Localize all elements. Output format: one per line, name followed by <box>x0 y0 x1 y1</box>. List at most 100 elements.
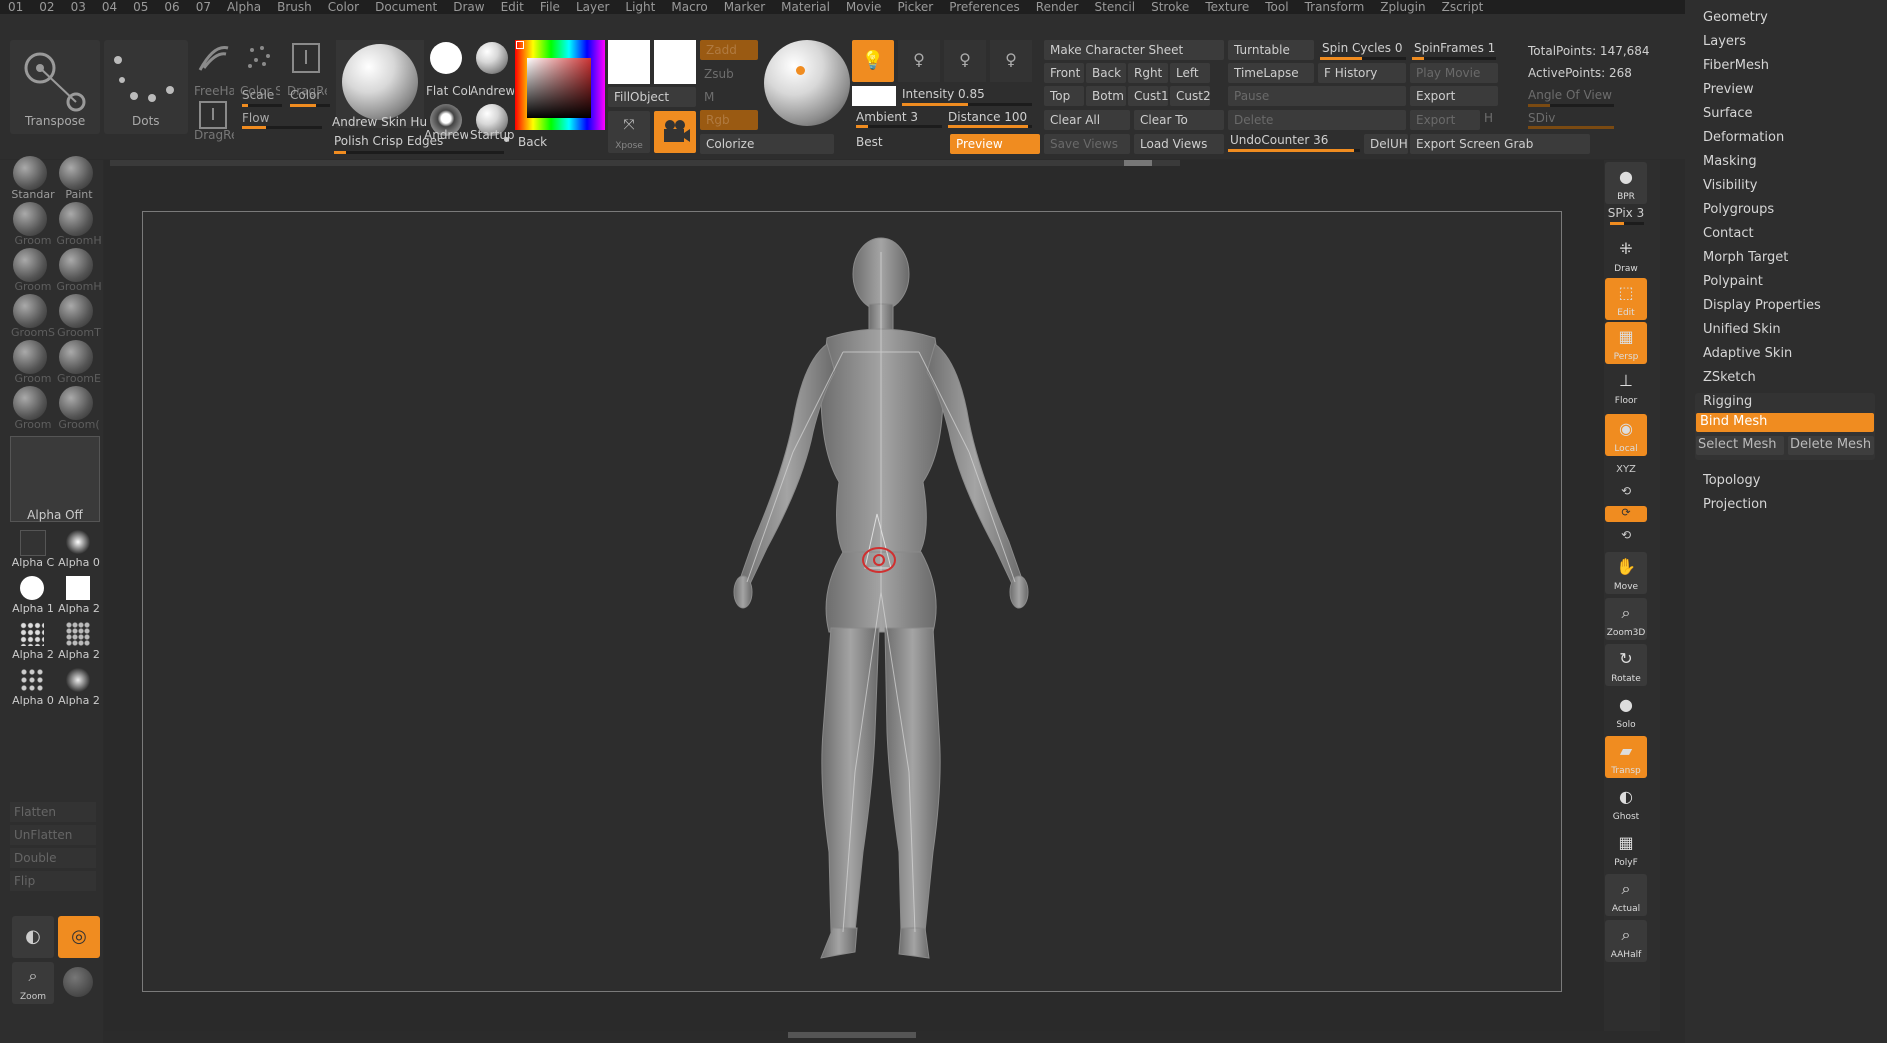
alpha-thumbnail[interactable]: Alpha 2 <box>56 572 102 618</box>
rotate-y-icon[interactable]: ⟳ <box>1605 506 1647 522</box>
undo-counter-label[interactable]: UndoCounter 36 <box>1230 133 1328 147</box>
menu-item[interactable]: 05 <box>125 0 156 14</box>
menu-item[interactable]: Tool <box>1257 0 1296 14</box>
sdiv-label[interactable]: SDiv <box>1528 111 1555 125</box>
flow-slider[interactable] <box>242 126 322 129</box>
menu-item[interactable]: Marker <box>716 0 773 14</box>
cust2-view-button[interactable]: Cust2 <box>1170 86 1210 106</box>
flip-button[interactable]: Flip <box>10 871 96 891</box>
persp-button[interactable]: ▦ Persp <box>1605 322 1647 364</box>
zoom-doc-button[interactable]: ⌕ Zoom <box>12 962 54 1004</box>
menu-item[interactable]: Zscript <box>1434 0 1492 14</box>
light-3-button[interactable]: ♀ <box>944 40 986 82</box>
angle-of-view-slider[interactable] <box>1528 104 1614 107</box>
menu-item[interactable]: Edit <box>493 0 532 14</box>
tool-menu-item[interactable]: Polypaint <box>1703 274 1763 289</box>
clear-to-button[interactable]: Clear To <box>1134 110 1224 130</box>
solo-button[interactable]: ● Solo <box>1605 690 1647 732</box>
menu-item[interactable]: Stroke <box>1143 0 1197 14</box>
colorize-button[interactable]: Colorize <box>700 134 834 154</box>
light-1-button[interactable]: 💡 <box>852 40 894 82</box>
polish-slider[interactable] <box>334 151 504 154</box>
draw-size-button[interactable]: ⁜ Draw <box>1605 234 1647 276</box>
delete-mesh-button[interactable]: Delete Mesh <box>1788 436 1874 455</box>
undo-counter-slider[interactable] <box>1228 149 1360 152</box>
preview-button[interactable]: Preview <box>950 134 1040 154</box>
alpha-thumbnail[interactable]: Alpha 0 <box>10 664 56 710</box>
flatten-button[interactable]: Flatten <box>10 802 96 822</box>
bpr-button[interactable]: ● BPR <box>1605 162 1647 204</box>
menu-item[interactable]: Transform <box>1297 0 1373 14</box>
light-4-button[interactable]: ♀ <box>990 40 1032 82</box>
tool-menu-item[interactable]: Display Properties <box>1703 298 1821 313</box>
color-spray-button[interactable]: Color S| <box>240 40 280 98</box>
actual-button[interactable]: ⌕ Actual <box>1605 874 1647 916</box>
3d-viewport[interactable] <box>142 211 1562 992</box>
back-view-button[interactable]: Back <box>1086 63 1126 83</box>
camera-button[interactable] <box>654 111 696 153</box>
alpha-thumbnail[interactable]: Alpha 2 <box>10 618 56 664</box>
bottom-tray-toggle[interactable] <box>788 1032 916 1038</box>
tool-menu-item[interactable]: Masking <box>1703 154 1757 169</box>
floor-button[interactable]: ⊥ Floor <box>1605 366 1647 408</box>
export-movie-button[interactable]: Export <box>1410 86 1498 106</box>
dragrect-alt-button[interactable]: DragRe <box>194 84 234 142</box>
delete-movie-button[interactable]: Delete <box>1228 110 1406 130</box>
aahalf-button[interactable]: ⌕ AAHalf <box>1605 920 1647 962</box>
rigging-menu-item[interactable]: Rigging <box>1703 394 1752 409</box>
menu-item[interactable]: Preferences <box>941 0 1028 14</box>
tool-menu-item[interactable]: Deformation <box>1703 130 1784 145</box>
draw-mode-s-button[interactable]: ◎ <box>58 916 100 958</box>
export-disabled-button[interactable]: Export <box>1410 110 1480 130</box>
play-movie-button[interactable]: Play Movie <box>1410 63 1498 83</box>
brush-thumbnail[interactable]: Groom( <box>56 386 102 432</box>
menu-item[interactable]: 04 <box>94 0 125 14</box>
spin-cycles-slider[interactable] <box>1320 57 1406 60</box>
color-slider[interactable] <box>290 104 330 107</box>
tool-menu-item[interactable]: Surface <box>1703 106 1753 121</box>
alpha-thumbnail[interactable]: Alpha 2 <box>56 618 102 664</box>
draw-mode-d-button[interactable]: ◐ <box>12 916 54 958</box>
spin-cycles-label[interactable]: Spin Cycles 0 <box>1322 41 1402 55</box>
material-andrew-1[interactable]: Andrew <box>470 40 514 98</box>
menu-item[interactable]: Render <box>1028 0 1087 14</box>
tool-menu-item[interactable]: Preview <box>1703 82 1754 97</box>
xpose-button[interactable]: ⤧ Xpose <box>608 111 650 153</box>
menu-item[interactable]: Brush <box>269 0 320 14</box>
top-view-button[interactable]: Top <box>1044 86 1084 106</box>
light-position-icon[interactable] <box>796 66 805 75</box>
export-screen-grab-button[interactable]: Export Screen Grab <box>1410 134 1590 154</box>
sdiv-slider[interactable] <box>1528 126 1614 129</box>
timelapse-button[interactable]: TimeLapse <box>1228 63 1314 83</box>
local-button[interactable]: ◉ Local <box>1605 414 1647 456</box>
menu-item[interactable]: Texture <box>1197 0 1257 14</box>
intensity-label[interactable]: Intensity 0.85 <box>902 87 985 101</box>
menu-item[interactable]: Alpha <box>219 0 269 14</box>
right-view-button[interactable]: Rght <box>1128 63 1168 83</box>
fillobject-button[interactable]: FillObject <box>608 87 696 107</box>
spinframes-label[interactable]: SpinFrames 1 <box>1414 41 1495 55</box>
spinframes-slider[interactable] <box>1412 57 1496 60</box>
rotate-axis-icon[interactable]: ⟲ <box>1605 484 1647 498</box>
h-button[interactable]: H <box>1484 111 1493 125</box>
m-button[interactable]: M <box>704 90 714 104</box>
brush-thumbnail[interactable]: GroomT <box>56 294 102 340</box>
bind-mesh-button[interactable]: Bind Mesh <box>1696 413 1874 432</box>
left-view-button[interactable]: Left <box>1170 63 1210 83</box>
best-button[interactable]: Best <box>856 135 883 149</box>
move-button[interactable]: ✋ Move <box>1605 552 1647 594</box>
pause-button[interactable]: Pause <box>1228 86 1406 106</box>
brush-thumbnail[interactable]: GroomH <box>56 202 102 248</box>
brush-thumbnail[interactable]: GroomH <box>56 248 102 294</box>
zoom3d-button[interactable]: ⌕ Zoom3D <box>1605 598 1647 640</box>
menu-item[interactable]: Macro <box>663 0 715 14</box>
scale-slider[interactable] <box>242 104 282 107</box>
clear-all-button[interactable]: Clear All <box>1044 110 1130 130</box>
rotate-button[interactable]: ↻ Rotate <box>1605 644 1647 686</box>
menu-item[interactable]: Stencil <box>1087 0 1144 14</box>
tool-menu-item[interactable]: Adaptive Skin <box>1703 346 1792 361</box>
front-view-button[interactable]: Front <box>1044 63 1084 83</box>
light-sphere[interactable] <box>764 40 850 126</box>
menu-item[interactable]: Document <box>367 0 445 14</box>
xyz-button[interactable]: XYZ <box>1605 464 1647 475</box>
